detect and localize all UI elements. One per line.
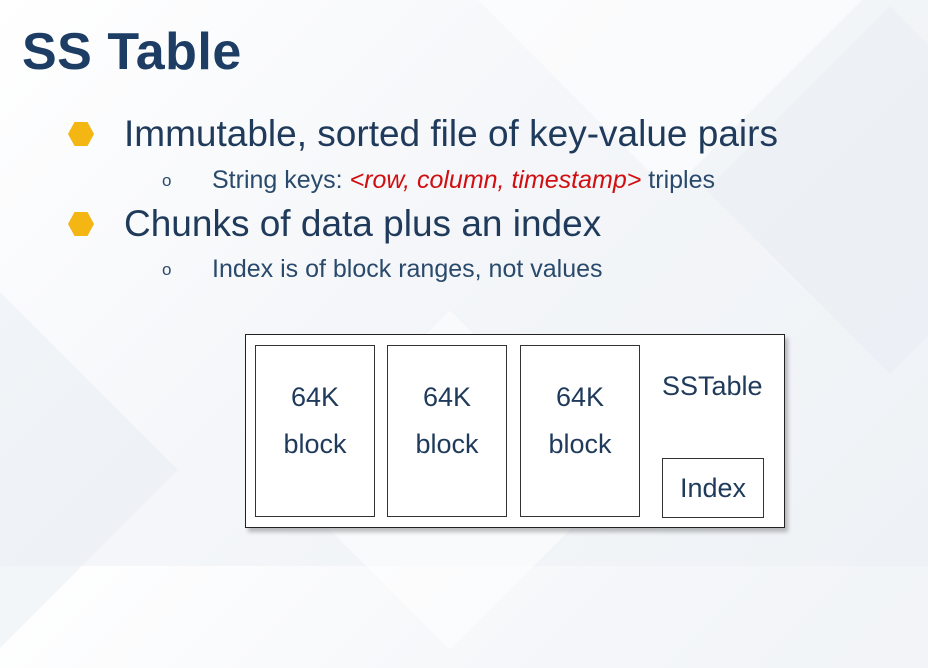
bullet-item: Chunks of data plus an index <box>68 203 601 245</box>
block-size-label: 64K <box>422 382 472 412</box>
hexagon-bullet-icon <box>68 212 94 236</box>
bullet-item: Immutable, sorted file of key-value pair… <box>68 113 778 155</box>
sstable-diagram: 64K block 64K block 64K block SSTable In… <box>245 334 785 528</box>
bullet-text: Chunks of data plus an index <box>124 203 602 244</box>
data-block: 64K block <box>387 345 507 517</box>
circle-bullet-icon: o <box>162 259 172 279</box>
key-format-highlight: <row, column, timestamp> <box>349 166 642 194</box>
index-block: Index <box>662 458 764 518</box>
sub-bullet-text: String keys: <row, column, timestamp> tr… <box>212 166 715 195</box>
slide-title: SS Table <box>22 23 242 81</box>
circle-bullet-icon: o <box>162 170 172 190</box>
data-block: 64K block <box>255 345 375 517</box>
block-label: block <box>415 429 479 459</box>
sub-bullet-item: o Index is of block ranges, not values <box>162 255 603 284</box>
block-size-label: 64K <box>290 382 340 412</box>
block-label: block <box>283 429 347 459</box>
data-block: 64K block <box>520 345 640 517</box>
background-facet <box>0 272 178 668</box>
sub-bullet-text: Index is of block ranges, not values <box>212 255 603 283</box>
sub-bullet-suffix: triples <box>641 166 715 194</box>
block-label: block <box>548 429 612 459</box>
sub-bullet-item: o String keys: <row, column, timestamp> … <box>162 166 715 195</box>
hexagon-bullet-icon <box>68 122 94 146</box>
block-size-label: 64K <box>555 382 605 412</box>
sub-bullet-prefix: String keys: <box>212 166 350 194</box>
sstable-label: SSTable <box>662 371 763 401</box>
bullet-text: Immutable, sorted file of key-value pair… <box>124 113 778 154</box>
